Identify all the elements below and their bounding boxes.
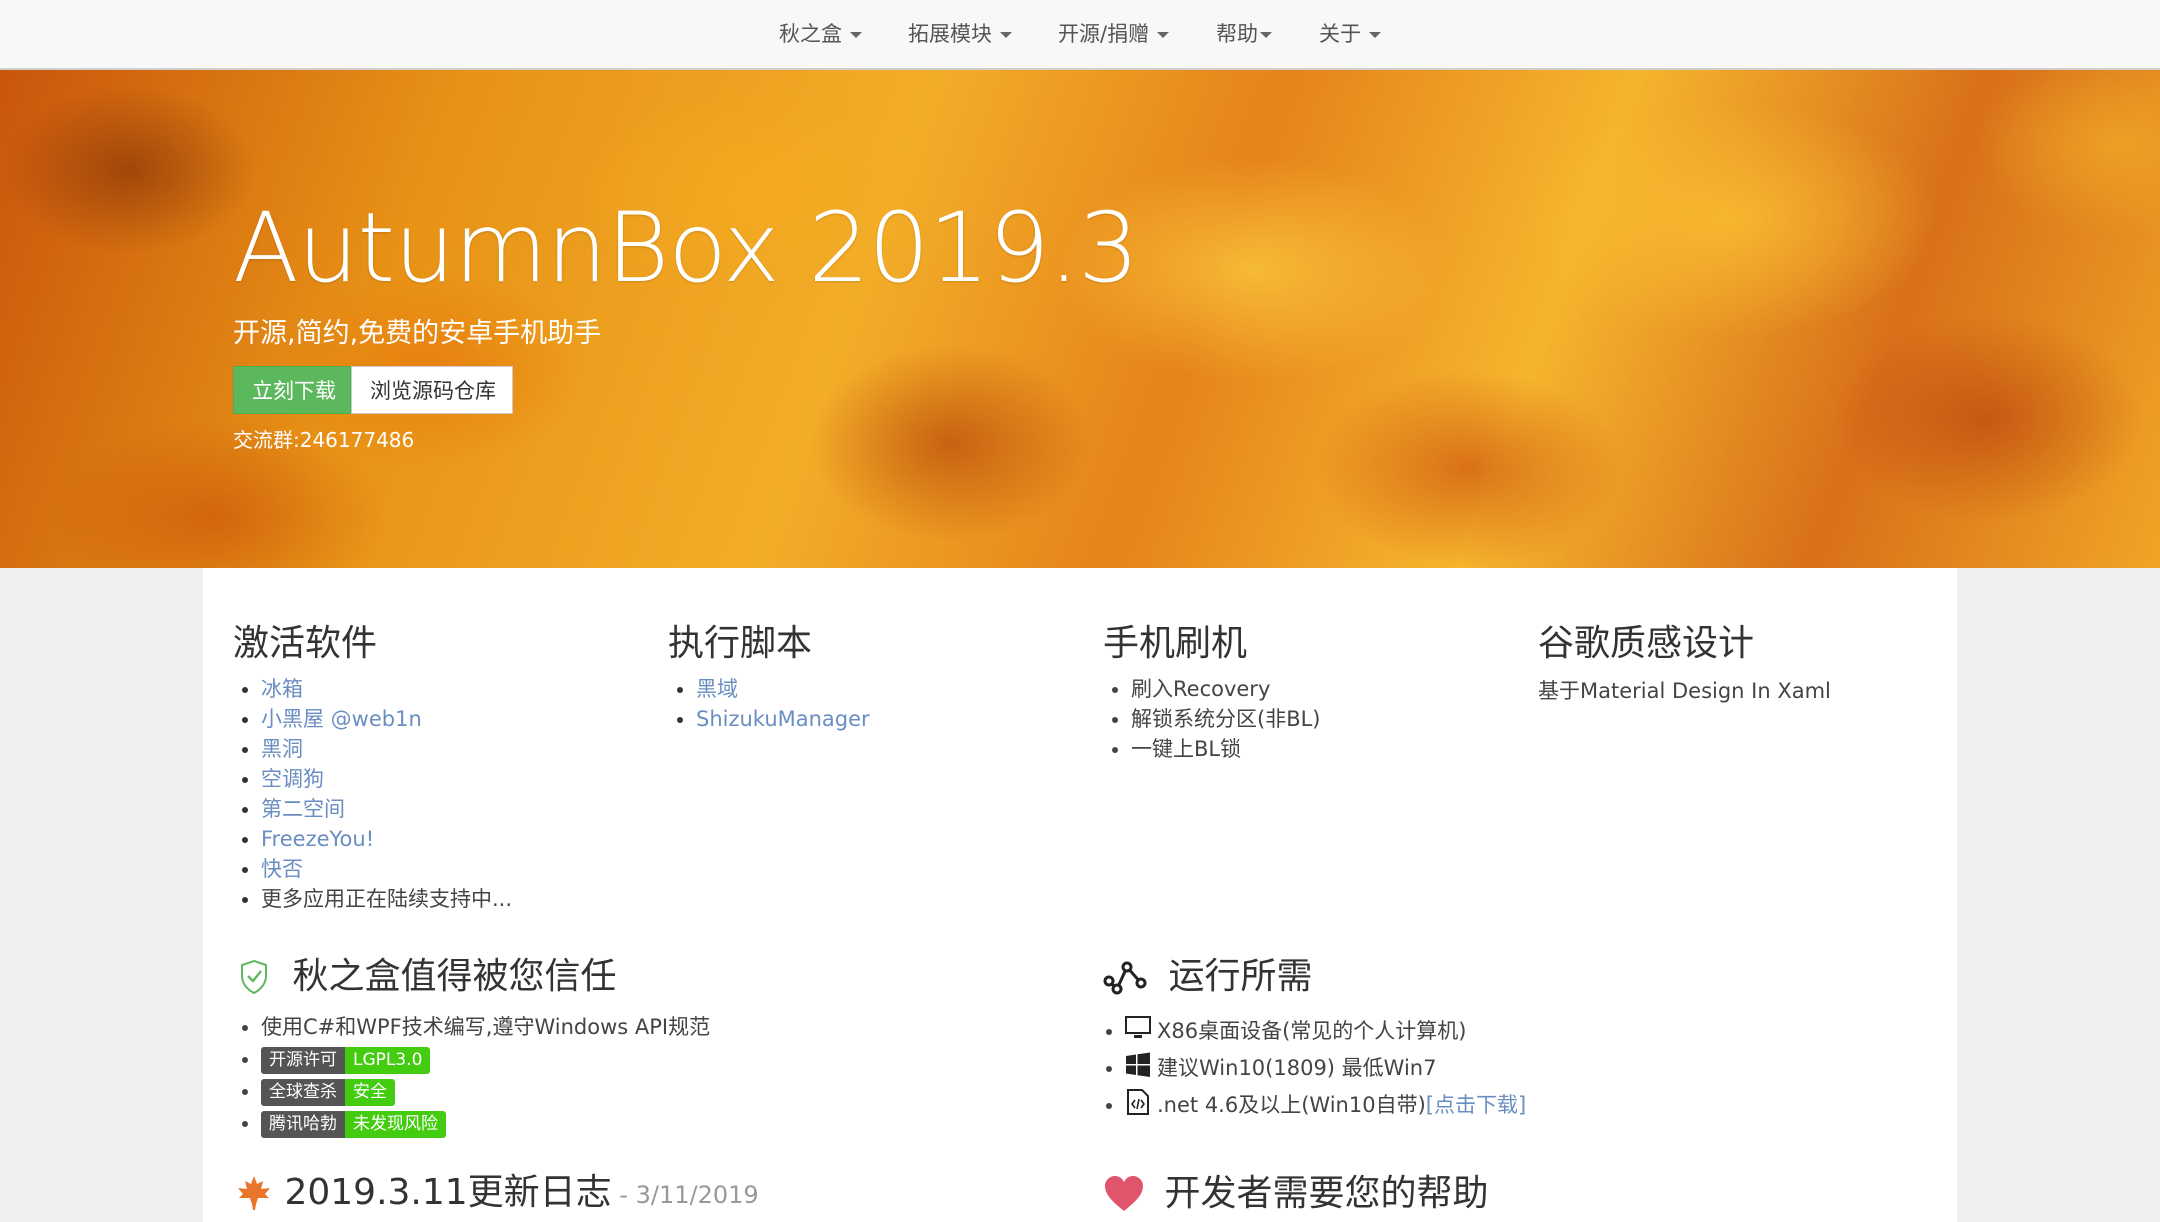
download-button[interactable]: 立刻下载 xyxy=(233,366,351,414)
list-item: 使用C#和WPF技术编写,遵守Windows API规范 xyxy=(261,1011,710,1043)
nav-item-about[interactable]: 关于 xyxy=(1319,0,1381,68)
requirements-heading: 运行所需 xyxy=(1103,958,1312,995)
badge-value: LGPL3.0 xyxy=(345,1046,431,1074)
nav-item-autumnbox[interactable]: 秋之盒 xyxy=(779,0,862,68)
top-navbar: 秋之盒 拓展模块 开源/捐赠 帮助 关于 xyxy=(0,0,2160,70)
monitor-icon xyxy=(1125,1016,1151,1038)
app-link-icebox[interactable]: 冰箱 xyxy=(261,677,303,701)
list-item: 全球查杀安全 xyxy=(261,1075,710,1107)
changelog-date: - 3/11/2019 xyxy=(611,1181,759,1209)
list-item: 刷入Recovery xyxy=(1131,674,1321,704)
requirement-text: X86桌面设备(常见的个人计算机) xyxy=(1157,1019,1467,1043)
list-item: 解锁系统分区(非BL) xyxy=(1131,704,1321,734)
requirement-text: 建议Win10(1809) 最低Win7 xyxy=(1157,1056,1437,1080)
network-nodes-icon xyxy=(1103,961,1147,995)
badge-label: 开源许可 xyxy=(261,1046,345,1074)
nav-item-label: 关于 xyxy=(1319,22,1361,46)
caret-down-icon xyxy=(1157,32,1170,38)
app-link-freezeyou[interactable]: FreezeYou! xyxy=(261,827,374,851)
list-item[interactable]: 冰箱 xyxy=(261,674,512,704)
scripts-list: 黑域 ShizukuManager xyxy=(668,674,870,734)
code-file-icon xyxy=(1127,1089,1149,1115)
feature-scripts: 执行脚本 黑域 ShizukuManager xyxy=(668,626,870,734)
license-badge: 开源许可 LGPL3.0 xyxy=(261,1046,431,1074)
nav-item-extensions[interactable]: 拓展模块 xyxy=(908,0,1012,68)
app-link-blackroom[interactable]: 小黑屋 @web1n xyxy=(261,707,422,731)
heart-icon xyxy=(1105,1176,1143,1211)
list-item[interactable]: 快否 xyxy=(261,854,512,884)
qq-group-text: 交流群:246177486 xyxy=(233,428,415,452)
nav-item-label: 秋之盒 xyxy=(779,22,842,46)
feature-title: 激活软件 xyxy=(233,623,378,664)
shield-check-icon xyxy=(241,959,267,995)
app-link-aircondition-dog[interactable]: 空调狗 xyxy=(261,767,324,791)
list-item[interactable]: 空调狗 xyxy=(261,764,512,794)
flash-list: 刷入Recovery 解锁系统分区(非BL) 一键上BL锁 xyxy=(1103,674,1321,764)
trust-list: 使用C#和WPF技术编写,遵守Windows API规范 开源许可LGPL3.0… xyxy=(233,1011,710,1139)
nav-item-label: 帮助 xyxy=(1216,22,1258,46)
nav-item-opensource-donate[interactable]: 开源/捐赠 xyxy=(1058,0,1170,68)
nav-item-label: 开源/捐赠 xyxy=(1058,22,1150,46)
antivirus-badge: 全球查杀 安全 xyxy=(261,1078,395,1106)
nav-item-label: 拓展模块 xyxy=(908,22,992,46)
habo-badge: 腾讯哈勃 未发现风险 xyxy=(261,1110,446,1138)
feature-title: 手机刷机 xyxy=(1103,623,1248,664)
feature-activate: 激活软件 冰箱 小黑屋 @web1n 黑洞 空调狗 第二空间 FreezeYou… xyxy=(233,626,512,914)
feature-flash: 手机刷机 刷入Recovery 解锁系统分区(非BL) 一键上BL锁 xyxy=(1103,626,1321,764)
list-item[interactable]: FreezeYou! xyxy=(261,824,512,854)
browse-repo-button[interactable]: 浏览源码仓库 xyxy=(351,366,513,414)
list-item[interactable]: 黑域 xyxy=(696,674,870,704)
feature-design: 谷歌质感设计 基于Material Design In Xaml xyxy=(1538,626,1831,706)
list-item[interactable]: ShizukuManager xyxy=(696,704,870,734)
list-item[interactable]: 黑洞 xyxy=(261,734,512,764)
changelog-title: 2019.3.11更新日志 xyxy=(284,1172,612,1213)
changelog-heading: 2019.3.11更新日志 - 3/11/2019 xyxy=(235,1174,759,1212)
list-item: 一键上BL锁 xyxy=(1131,734,1321,764)
nav-menu: 秋之盒 拓展模块 开源/捐赠 帮助 关于 xyxy=(0,0,2160,68)
list-item[interactable]: 小黑屋 @web1n xyxy=(261,704,512,734)
script-link-shizuku[interactable]: ShizukuManager xyxy=(696,707,870,731)
app-link-blackhole[interactable]: 黑洞 xyxy=(261,737,303,761)
help-title: 开发者需要您的帮助 xyxy=(1164,1173,1489,1214)
badge-label: 腾讯哈勃 xyxy=(261,1110,345,1138)
list-item: .net 4.6及以上(Win10自带)[点击下载] xyxy=(1125,1087,1526,1124)
trust-heading: 秋之盒值得被您信任 xyxy=(239,958,616,995)
hero-banner: AutumnBox 2019.3 开源,简约,免费的安卓手机助手 立刻下载 浏览… xyxy=(0,70,2160,568)
list-item: X86桌面设备(常见的个人计算机) xyxy=(1125,1013,1526,1050)
list-item[interactable]: 第二空间 xyxy=(261,794,512,824)
script-link-brevent[interactable]: 黑域 xyxy=(696,677,738,701)
requirements-list-wrap: X86桌面设备(常见的个人计算机) 建议Win10(1809) 最低Win7 .… xyxy=(1097,1013,1526,1124)
feature-title: 执行脚本 xyxy=(668,623,813,664)
badge-label: 全球查杀 xyxy=(261,1078,345,1106)
hero-subtitle: 开源,简约,免费的安卓手机助手 xyxy=(233,318,602,349)
trust-list-wrap: 使用C#和WPF技术编写,遵守Windows API规范 开源许可LGPL3.0… xyxy=(233,1011,710,1139)
list-item: 腾讯哈勃未发现风险 xyxy=(261,1107,710,1139)
caret-down-icon xyxy=(850,32,862,38)
trust-title: 秋之盒值得被您信任 xyxy=(292,956,617,997)
app-link-kuaifou[interactable]: 快否 xyxy=(261,857,303,881)
design-description: 基于Material Design In Xaml xyxy=(1538,679,1831,703)
requirement-text: .net 4.6及以上(Win10自带) xyxy=(1157,1093,1426,1117)
activate-list: 冰箱 小黑屋 @web1n 黑洞 空调狗 第二空间 FreezeYou! 快否 … xyxy=(233,674,512,914)
list-item: 建议Win10(1809) 最低Win7 xyxy=(1125,1050,1526,1087)
requirements-title: 运行所需 xyxy=(1168,956,1313,997)
caret-down-icon xyxy=(1000,32,1012,38)
hero-title: AutumnBox 2019.3 xyxy=(233,192,1139,304)
requirements-list: X86桌面设备(常见的个人计算机) 建议Win10(1809) 最低Win7 .… xyxy=(1097,1013,1526,1124)
windows-icon xyxy=(1126,1052,1150,1077)
help-heading: 开发者需要您的帮助 xyxy=(1103,1174,1488,1214)
maple-leaf-icon xyxy=(238,1176,270,1210)
more-apps-text: 更多应用正在陆续支持中... xyxy=(261,887,513,911)
list-item: 更多应用正在陆续支持中... xyxy=(261,884,512,914)
feature-title: 谷歌质感设计 xyxy=(1538,623,1755,664)
badge-value: 安全 xyxy=(345,1078,395,1106)
caret-down-icon xyxy=(1369,32,1381,38)
dotnet-download-link[interactable]: [点击下载] xyxy=(1426,1093,1526,1117)
list-item: 开源许可LGPL3.0 xyxy=(261,1043,710,1075)
nav-item-help[interactable]: 帮助 xyxy=(1216,0,1272,68)
badge-value: 未发现风险 xyxy=(345,1110,446,1138)
main-content: 激活软件 冰箱 小黑屋 @web1n 黑洞 空调狗 第二空间 FreezeYou… xyxy=(203,568,1957,1222)
caret-down-icon xyxy=(1260,32,1272,38)
app-link-second-space[interactable]: 第二空间 xyxy=(261,797,345,821)
